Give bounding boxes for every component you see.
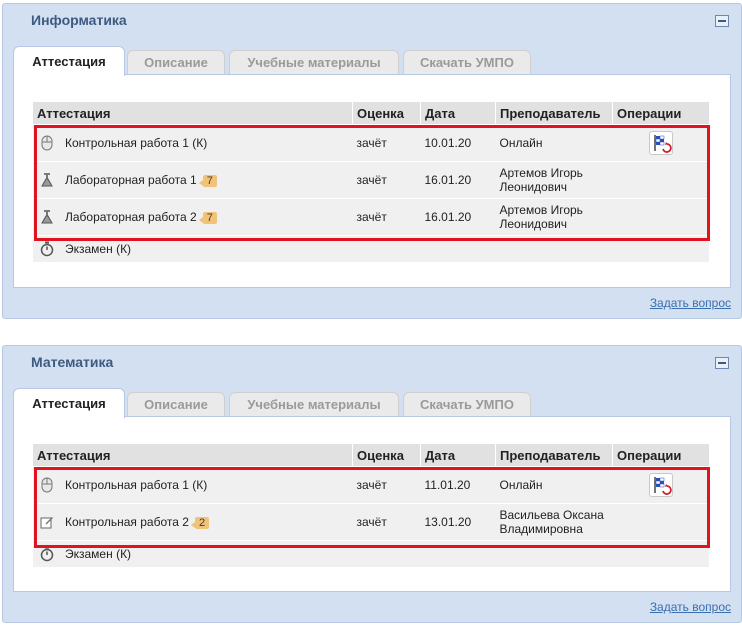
row-grade: зачёт	[352, 161, 421, 199]
row-name[interactable]: Контрольная работа 1 (К)	[61, 466, 353, 504]
flask-icon	[33, 161, 61, 199]
checkered-flag-refresh-icon[interactable]	[648, 131, 673, 155]
checkered-flag-refresh-icon[interactable]	[648, 473, 673, 497]
row-operations	[612, 466, 709, 504]
count-badge: 7	[198, 175, 217, 187]
table-row[interactable]: Контрольная работа 1 (К) зачёт 10.01.20 …	[33, 124, 709, 162]
row-date: 13.01.20	[420, 503, 496, 541]
column-header-attestation: Аттестация	[33, 444, 353, 467]
table-header: Аттестация Оценка Дата Преподаватель Опе…	[33, 444, 709, 467]
row-operations	[612, 161, 709, 199]
table-row[interactable]: Лабораторная работа 27 зачёт 16.01.20 Ар…	[33, 198, 709, 236]
panel-title: Математика	[31, 354, 114, 370]
row-teacher: Васильева Оксана Владимировна	[495, 503, 613, 541]
stopwatch-icon	[33, 235, 61, 262]
column-header-teacher: Преподаватель	[495, 444, 613, 467]
row-grade: зачёт	[352, 503, 421, 541]
table-row-exam[interactable]: Экзамен (К)	[33, 540, 709, 567]
row-grade: зачёт	[352, 124, 421, 162]
row-date: 10.01.20	[420, 124, 496, 162]
ask-question-link[interactable]: Задать вопрос	[650, 296, 731, 310]
column-header-grade: Оценка	[352, 102, 421, 125]
ask-question-link[interactable]: Задать вопрос	[650, 600, 731, 614]
row-name[interactable]: Экзамен (К)	[61, 540, 709, 567]
row-teacher: Артемов Игорь Леонидович	[495, 161, 613, 199]
row-operations	[612, 198, 709, 236]
row-name[interactable]: Лабораторная работа 27	[61, 198, 353, 236]
tab-download[interactable]: Скачать УМПО	[403, 50, 531, 74]
column-header-date: Дата	[420, 102, 496, 125]
course-panel-mathematics: Математика Аттестация Описание Учебные м…	[2, 345, 742, 623]
row-name[interactable]: Контрольная работа 22	[61, 503, 353, 541]
row-operations	[612, 503, 709, 541]
collapse-button[interactable]	[715, 357, 729, 369]
row-date: 16.01.20	[420, 198, 496, 236]
tab-description[interactable]: Описание	[127, 50, 225, 74]
course-panel-informatics: Информатика Аттестация Описание Учебные …	[2, 3, 742, 319]
edit-icon	[33, 503, 61, 541]
column-header-date: Дата	[420, 444, 496, 467]
table-row[interactable]: Лабораторная работа 17 зачёт 16.01.20 Ар…	[33, 161, 709, 199]
tab-materials[interactable]: Учебные материалы	[229, 392, 399, 416]
flask-icon	[33, 198, 61, 236]
count-badge: 7	[198, 212, 217, 224]
tab-attestation[interactable]: Аттестация	[13, 388, 125, 418]
column-header-operations: Операции	[612, 102, 709, 125]
row-teacher: Онлайн	[495, 124, 613, 162]
attestation-table: Аттестация Оценка Дата Преподаватель Опе…	[33, 444, 709, 567]
column-header-operations: Операции	[612, 444, 709, 467]
row-name[interactable]: Контрольная работа 1 (К)	[61, 124, 353, 162]
tab-materials[interactable]: Учебные материалы	[229, 50, 399, 74]
row-grade: зачёт	[352, 466, 421, 504]
column-header-attestation: Аттестация	[33, 102, 353, 125]
row-teacher: Артемов Игорь Леонидович	[495, 198, 613, 236]
table-row[interactable]: Контрольная работа 1 (К) зачёт 11.01.20 …	[33, 466, 709, 504]
row-date: 16.01.20	[420, 161, 496, 199]
row-name[interactable]: Экзамен (К)	[61, 235, 709, 262]
stopwatch-icon	[33, 540, 61, 567]
row-name[interactable]: Лабораторная работа 17	[61, 161, 353, 199]
panel-title: Информатика	[31, 12, 127, 28]
collapse-button[interactable]	[715, 15, 729, 27]
tab-download[interactable]: Скачать УМПО	[403, 392, 531, 416]
count-badge: 2	[190, 517, 210, 529]
row-teacher: Онлайн	[495, 466, 613, 504]
table-row-exam[interactable]: Экзамен (К)	[33, 235, 709, 262]
mouse-icon	[33, 466, 61, 504]
attestation-table: Аттестация Оценка Дата Преподаватель Опе…	[33, 102, 709, 262]
row-operations	[612, 124, 709, 162]
tab-description[interactable]: Описание	[127, 392, 225, 416]
column-header-grade: Оценка	[352, 444, 421, 467]
table-header: Аттестация Оценка Дата Преподаватель Опе…	[33, 102, 709, 125]
column-header-teacher: Преподаватель	[495, 102, 613, 125]
tab-attestation[interactable]: Аттестация	[13, 46, 125, 76]
row-grade: зачёт	[352, 198, 421, 236]
table-row[interactable]: Контрольная работа 22 зачёт 13.01.20 Вас…	[33, 503, 709, 541]
mouse-icon	[33, 124, 61, 162]
row-date: 11.01.20	[420, 466, 496, 504]
